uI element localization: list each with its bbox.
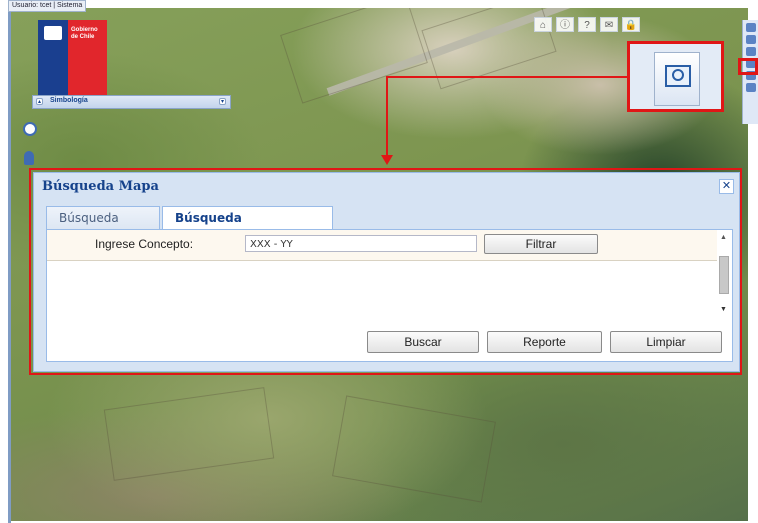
concepto-input[interactable]: XXX - YY — [245, 235, 477, 252]
tab-busqueda-basica[interactable]: Búsqueda Básica — [46, 206, 160, 247]
info-icon[interactable]: ⓘ — [556, 17, 574, 32]
limpiar-button[interactable]: Limpiar — [610, 331, 722, 353]
simbologia-panel-header[interactable]: ▴ Simbología ▾ — [32, 95, 231, 109]
map-search-button[interactable] — [654, 52, 700, 106]
tool-icon[interactable] — [746, 47, 756, 56]
map-left-border — [8, 8, 11, 523]
callout-arrow-icon — [381, 155, 393, 165]
scroll-thumb[interactable] — [719, 256, 729, 294]
scroll-up-icon[interactable]: ▲ — [720, 234, 727, 241]
pan-icon[interactable] — [23, 122, 37, 136]
top-toolbar: ⌂ ⓘ ? ✉ 🔒 — [534, 17, 640, 32]
tab-busqueda-conceptual[interactable]: Búsqueda Conceptual — [162, 206, 333, 247]
home-icon[interactable]: ⌂ — [534, 17, 552, 32]
help-icon[interactable]: ? — [578, 17, 596, 32]
callout-connector — [386, 76, 388, 156]
collapse-icon[interactable]: ▴ — [36, 98, 43, 105]
busqueda-mapa-dialog: Búsqueda Mapa ✕ Búsqueda Básica Búsqueda… — [33, 172, 740, 372]
tool-icon[interactable] — [746, 23, 756, 32]
zoomed-search-tool-callout — [627, 41, 724, 112]
user-label: Usuario: tcet — [12, 2, 52, 9]
map-search-icon — [665, 65, 691, 87]
filtrar-button[interactable]: Filtrar — [484, 234, 598, 254]
tool-icon[interactable] — [746, 35, 756, 44]
lock-icon[interactable]: 🔒 — [622, 17, 640, 32]
user-bar: Usuario: tcet | Sistema — [8, 0, 87, 12]
tool-icon[interactable] — [746, 83, 756, 92]
buscar-button[interactable]: Buscar — [367, 331, 479, 353]
dropdown-icon[interactable]: ▾ — [219, 98, 226, 105]
conceptual-search-panel: Ingrese Concepto: XXX - YY Filtrar ▲ ▼ B… — [46, 230, 733, 362]
close-icon[interactable]: ✕ — [719, 179, 734, 194]
mail-icon[interactable]: ✉ — [600, 17, 618, 32]
reporte-button[interactable]: Reporte — [487, 331, 602, 353]
zoom-slider-icon[interactable] — [24, 151, 34, 165]
scroll-down-icon[interactable]: ▼ — [720, 306, 727, 313]
dialog-title: Búsqueda Mapa — [42, 179, 159, 194]
concept-row: Ingrese Concepto: XXX - YY Filtrar — [47, 230, 717, 261]
map-field — [280, 8, 428, 104]
system-link[interactable]: Sistema — [57, 2, 82, 9]
highlight-box-small — [738, 58, 758, 75]
simbologia-label: Simbología — [50, 97, 88, 104]
concepto-label: Ingrese Concepto: — [95, 237, 194, 251]
logo-text: Gobierno de Chile — [71, 27, 98, 40]
pan-control[interactable] — [20, 120, 42, 140]
crest-icon — [44, 26, 62, 40]
map-field — [332, 395, 496, 503]
callout-connector — [386, 76, 630, 78]
gobierno-logo: Gobierno de Chile — [38, 20, 107, 96]
map-field — [103, 387, 275, 481]
results-scrollbar[interactable]: ▲ ▼ — [717, 234, 731, 318]
